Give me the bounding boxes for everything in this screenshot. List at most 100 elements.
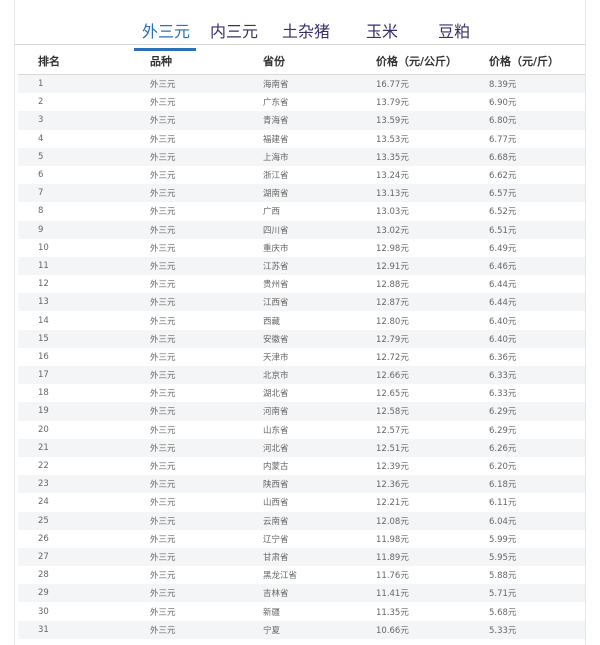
table-row: 27 外三元 甘肃省 11.89元 5.95元 xyxy=(18,547,585,567)
cell-price-kg: 13.35元 xyxy=(356,147,469,166)
header-province: 省份 xyxy=(243,47,356,75)
cell-variety: 外三元 xyxy=(150,243,176,254)
tabs-divider xyxy=(14,44,586,45)
cell-price-kg: 12.39元 xyxy=(376,462,409,473)
table-row: 9 外三元 四川省 13.02元 6.51元 xyxy=(18,220,585,239)
table-row: 5 外三元 上海市 13.35元 6.68元 xyxy=(18,147,585,166)
cell-variety: 外三元 xyxy=(150,462,176,473)
cell-rank: 9 xyxy=(18,220,130,239)
cell-variety: 外三元 xyxy=(130,147,243,166)
table-row: 15 外三元 安徽省 12.79元 6.40元 xyxy=(18,329,585,348)
cell-price-kg: 12.08元 xyxy=(356,511,469,530)
cell-province: 西藏 xyxy=(263,316,281,327)
cell-province: 辽宁省 xyxy=(263,534,289,545)
table-row: 30 外三元 新疆 11.35元 5.68元 xyxy=(18,602,585,620)
cell-variety: 外三元 xyxy=(130,220,243,239)
cell-price-kg: 12.88元 xyxy=(376,280,409,291)
cell-rank: 3 xyxy=(18,111,130,130)
cell-province: 新疆 xyxy=(263,607,281,618)
cell-variety: 外三元 xyxy=(150,134,176,145)
cell-price-kg: 12.72元 xyxy=(376,352,409,363)
cell-rank: 12 xyxy=(38,279,49,290)
cell-price-kg: 13.53元 xyxy=(376,134,409,145)
cell-rank: 14 xyxy=(38,315,49,326)
cell-province: 贵州省 xyxy=(263,280,289,291)
cell-price-jin: 6.44元 xyxy=(469,293,585,312)
cell-rank: 7 xyxy=(18,184,130,203)
cell-price-jin: 6.62元 xyxy=(489,171,517,182)
cell-price-jin: 6.26元 xyxy=(469,438,585,457)
cell-price-kg: 12.87元 xyxy=(356,293,469,312)
tab-nei-san-yuan[interactable]: 内三元 xyxy=(210,14,258,48)
cell-province: 甘肃省 xyxy=(243,547,356,567)
cell-rank: 20 xyxy=(38,424,49,435)
cell-rank: 6 xyxy=(38,170,44,181)
table-row: 25 外三元 云南省 12.08元 6.04元 xyxy=(18,511,585,530)
cell-province: 云南省 xyxy=(243,511,356,530)
cell-price-kg: 11.89元 xyxy=(356,547,469,567)
cell-province: 北京市 xyxy=(243,366,356,385)
cell-price-kg: 13.79元 xyxy=(376,98,409,109)
cell-price-jin: 6.49元 xyxy=(489,243,517,254)
table-body: 1 外三元 海南省 16.77元 8.39元 2 外三元 广东省 13.79元 6.90元 3 外三元… xyxy=(18,74,585,639)
product-tabs: 外三元 内三元 土杂猪 玉米 豆粕 xyxy=(134,14,494,51)
cell-variety: 外三元 xyxy=(150,498,176,509)
cell-price-kg: 12.58元 xyxy=(356,402,469,421)
cell-price-kg: 12.66元 xyxy=(356,366,469,385)
cell-price-jin: 8.39元 xyxy=(469,74,585,94)
cell-variety: 外三元 xyxy=(130,475,243,494)
cell-rank: 25 xyxy=(18,511,130,530)
cell-price-kg: 11.76元 xyxy=(376,571,409,582)
cell-variety: 外三元 xyxy=(130,111,243,130)
cell-rank: 26 xyxy=(38,533,49,544)
cell-price-kg: 12.21元 xyxy=(376,498,409,509)
cell-price-kg: 13.24元 xyxy=(376,171,409,182)
cell-price-jin: 6.33元 xyxy=(469,366,585,385)
price-ranking-table: 排名 品种 省份 价格（元/公斤） 价格（元/斤） 1 外三元 海南省 16.77元 8… xyxy=(18,47,585,639)
cell-province: 陕西省 xyxy=(243,475,356,494)
cell-price-kg: 12.91元 xyxy=(356,256,469,276)
cell-price-jin: 6.04元 xyxy=(469,511,585,530)
cell-variety: 外三元 xyxy=(130,293,243,312)
tab-yu-mi[interactable]: 玉米 xyxy=(366,14,398,48)
cell-rank: 30 xyxy=(38,606,49,617)
tab-tu-za-zhu[interactable]: 土杂猪 xyxy=(282,14,330,48)
cell-price-jin: 6.90元 xyxy=(489,98,517,109)
cell-rank: 1 xyxy=(18,74,130,94)
cell-variety: 外三元 xyxy=(130,547,243,567)
cell-price-kg: 13.59元 xyxy=(356,111,469,130)
tab-dou-po[interactable]: 豆粕 xyxy=(438,14,470,48)
cell-rank: 2 xyxy=(38,97,44,108)
cell-rank: 19 xyxy=(18,402,130,421)
cell-province: 山西省 xyxy=(263,498,289,509)
table-row: 11 外三元 江苏省 12.91元 6.46元 xyxy=(18,256,585,276)
cell-variety: 外三元 xyxy=(130,438,243,457)
cell-province: 吉林省 xyxy=(243,584,356,603)
table-row: 6 外三元 浙江省 13.24元 6.62元 xyxy=(18,166,585,184)
tab-wai-san-yuan[interactable]: 外三元 xyxy=(134,14,197,51)
cell-variety: 外三元 xyxy=(150,571,176,582)
cell-province: 宁夏 xyxy=(243,620,356,639)
cell-price-jin: 6.40元 xyxy=(469,329,585,348)
cell-price-kg: 13.03元 xyxy=(376,207,409,218)
header-rank: 排名 xyxy=(18,47,130,75)
cell-price-jin: 6.52元 xyxy=(489,207,517,218)
cell-province: 山东省 xyxy=(263,425,289,436)
cell-variety: 外三元 xyxy=(150,389,176,400)
cell-price-jin: 5.33元 xyxy=(469,620,585,639)
cell-rank: 24 xyxy=(38,497,49,508)
cell-rank: 29 xyxy=(18,584,130,603)
cell-price-jin: 5.68元 xyxy=(489,607,517,618)
cell-price-kg: 10.66元 xyxy=(356,620,469,639)
cell-province: 河南省 xyxy=(243,402,356,421)
cell-variety: 外三元 xyxy=(130,366,243,385)
table-row: 26 外三元 辽宁省 11.98元 5.99元 xyxy=(18,530,585,548)
cell-province: 广西 xyxy=(263,207,281,218)
header-price-per-kg: 价格（元/公斤） xyxy=(356,47,469,75)
cell-rank: 5 xyxy=(18,147,130,166)
cell-province: 浙江省 xyxy=(263,171,289,182)
cell-price-jin: 5.95元 xyxy=(469,547,585,567)
cell-price-kg: 13.02元 xyxy=(356,220,469,239)
cell-variety: 外三元 xyxy=(150,171,176,182)
table-row: 14 外三元 西藏 12.80元 6.40元 xyxy=(18,311,585,329)
